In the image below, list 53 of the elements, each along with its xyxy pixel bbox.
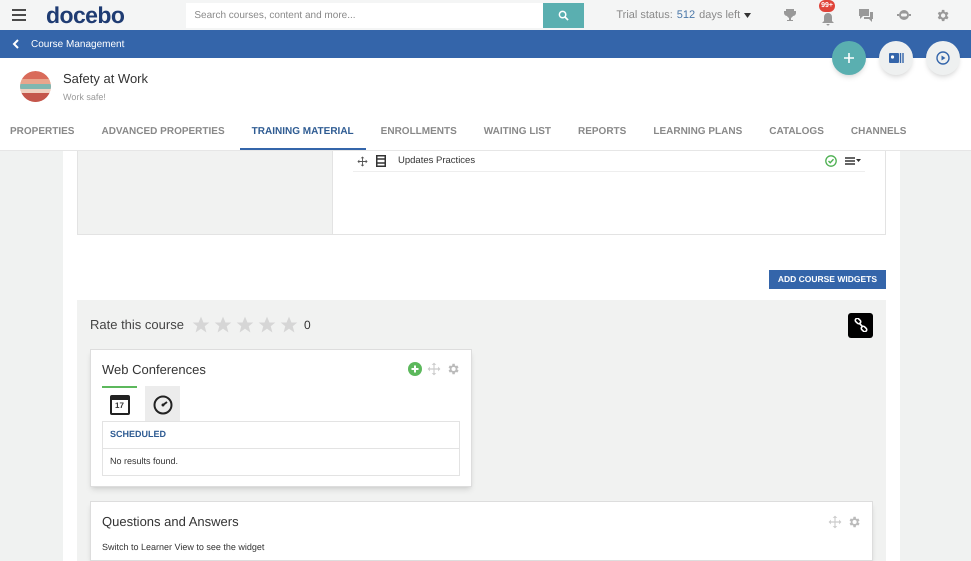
link-icon bbox=[854, 318, 868, 332]
bell-icon[interactable] bbox=[821, 12, 836, 26]
tab[interactable]: LEARNING PLANS bbox=[653, 115, 742, 150]
menu-icon[interactable] bbox=[12, 9, 26, 21]
tab[interactable]: ADVANCED PROPERTIES bbox=[101, 115, 225, 150]
move-icon[interactable] bbox=[357, 156, 368, 166]
film-icon bbox=[376, 155, 386, 167]
trial-status[interactable]: Trial status: 512 days left bbox=[616, 6, 752, 24]
tab[interactable]: CATALOGS bbox=[769, 115, 824, 150]
tab[interactable]: ENROLLMENTS bbox=[380, 115, 457, 150]
clock-icon bbox=[152, 394, 172, 414]
search-field[interactable]: Search courses, content and more... bbox=[186, 2, 544, 28]
play-button[interactable] bbox=[926, 41, 960, 75]
search-button[interactable] bbox=[543, 2, 584, 28]
catalog-button[interactable] bbox=[879, 41, 913, 75]
settings-icon[interactable] bbox=[446, 362, 460, 376]
trial-label: Trial status: bbox=[616, 8, 673, 23]
tab[interactable]: WAITING LIST bbox=[484, 115, 551, 150]
trial-days: 512 bbox=[676, 6, 696, 24]
chat-icon[interactable] bbox=[859, 8, 874, 22]
add-icon[interactable] bbox=[408, 362, 422, 376]
rating-label: Rate this course bbox=[90, 316, 184, 334]
section-header: SCHEDULED bbox=[103, 422, 459, 449]
caret-icon bbox=[744, 12, 752, 18]
tab[interactable]: PROPERTIES bbox=[10, 115, 74, 150]
trial-suffix: days left bbox=[699, 8, 740, 23]
search-icon bbox=[558, 10, 570, 20]
settings-icon[interactable] bbox=[935, 8, 950, 22]
conference-tab[interactable] bbox=[145, 386, 180, 421]
widget-title: Web Conferences bbox=[102, 360, 206, 378]
widget-title: Questions and Answers bbox=[102, 513, 239, 531]
add-widgets-button[interactable]: ADD COURSE WIDGETS bbox=[768, 270, 886, 288]
trophy-icon[interactable] bbox=[783, 8, 798, 22]
link-button[interactable] bbox=[848, 312, 873, 338]
tab[interactable]: REPORTS bbox=[578, 115, 626, 150]
settings-icon[interactable] bbox=[847, 514, 861, 529]
course-subtitle: Work safe! bbox=[63, 91, 107, 104]
back-icon[interactable] bbox=[12, 39, 19, 49]
course-title: Safety at Work bbox=[63, 70, 148, 88]
tab[interactable]: CHANNELS bbox=[850, 115, 906, 150]
empty-message: No results found. bbox=[109, 455, 180, 468]
plus-icon bbox=[844, 53, 854, 63]
rating-count: 0 bbox=[304, 317, 311, 334]
add-button[interactable] bbox=[832, 41, 866, 75]
widget-note: Switch to Learner View to see the widget bbox=[102, 540, 266, 554]
logo[interactable]: docebo bbox=[46, 4, 124, 26]
calendar-icon: 17 bbox=[110, 394, 130, 414]
breadcrumb-link[interactable]: Course Management bbox=[31, 36, 124, 52]
card-icon bbox=[888, 53, 904, 63]
material-title[interactable]: Updates Practices bbox=[398, 154, 476, 168]
play-icon bbox=[936, 51, 950, 65]
robot-icon[interactable] bbox=[897, 8, 912, 22]
menu-dropdown-icon[interactable] bbox=[845, 157, 861, 165]
